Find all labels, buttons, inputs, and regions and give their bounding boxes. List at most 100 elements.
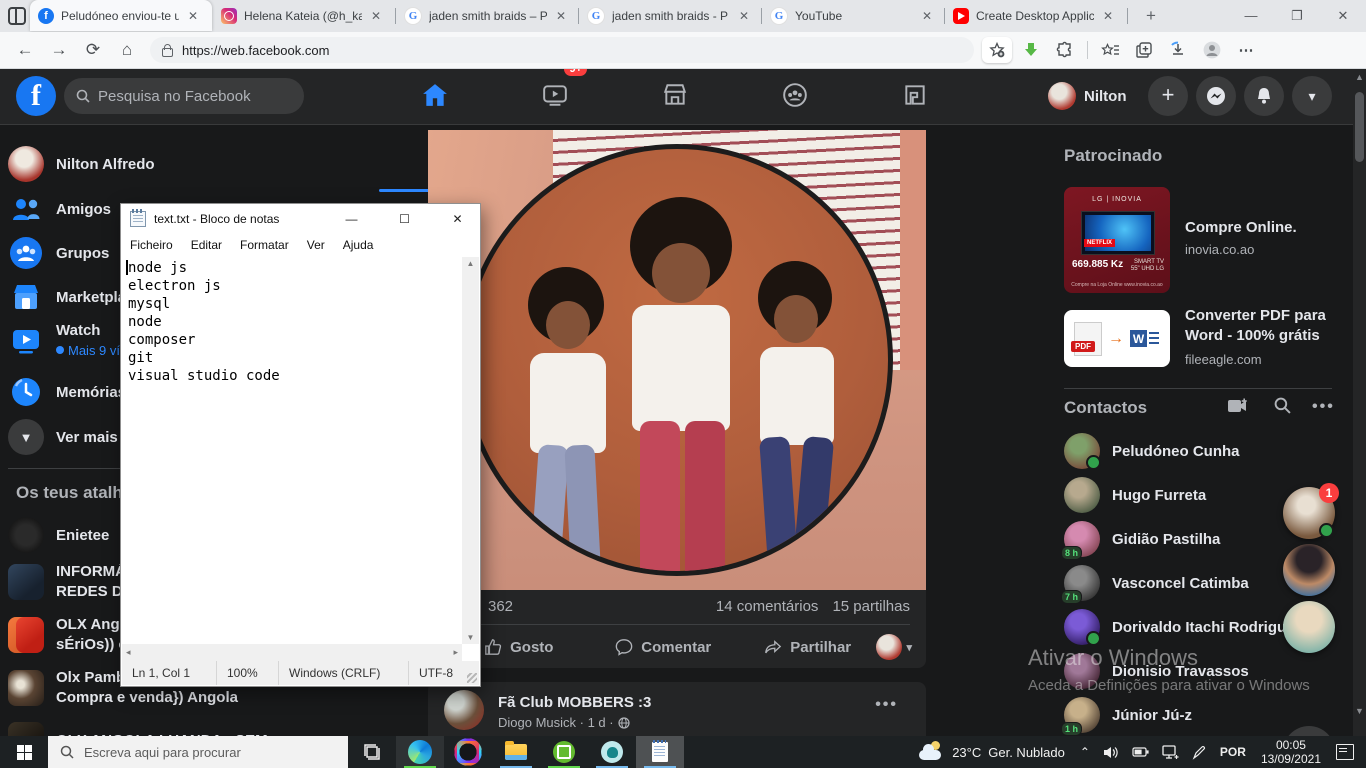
share-button[interactable]: Partilhar (739, 631, 877, 663)
shortcut-olx-angola[interactable]: OLX AngosÉriOs)) c( (8, 611, 132, 659)
comment-button[interactable]: Comentar (588, 631, 739, 663)
chat-head[interactable]: 1 (1283, 487, 1335, 539)
url-input[interactable]: https://web.facebook.com (150, 37, 974, 63)
contact-row[interactable]: Dionisio Travassos (1064, 649, 1249, 693)
resize-grip[interactable] (467, 673, 477, 683)
taskbar-search-input[interactable]: Escreva aqui para procurar (48, 736, 348, 768)
minimize-button[interactable]: — (1228, 0, 1274, 31)
ad-domain[interactable]: fileeagle.com (1185, 352, 1262, 367)
comment-count[interactable]: 14 comentários (716, 598, 819, 615)
task-view-button[interactable] (348, 736, 396, 768)
tab-close-button[interactable]: ✕ (369, 9, 383, 23)
notepad-text-area[interactable]: node js electron js mysql node composer … (122, 257, 462, 644)
page-name[interactable]: Fã Club MOBBERS :3 (498, 694, 651, 711)
contact-row[interactable]: 7 h Vasconcel Catimba (1064, 561, 1249, 605)
post-menu-button[interactable]: ••• (875, 696, 898, 714)
vertical-scrollbar[interactable]: ▲ ▼ (462, 257, 479, 644)
close-button[interactable]: ✕ (1320, 0, 1366, 31)
notifications-button[interactable] (1244, 76, 1284, 116)
browser-tab[interactable]: G jaden smith braids – P ✕ (396, 0, 578, 31)
chat-head[interactable] (1283, 544, 1335, 596)
tab-actions-button[interactable] (8, 7, 26, 25)
forward-button[interactable]: → (42, 40, 76, 60)
taskbar-weather[interactable]: 23°C Ger. Nublado (911, 744, 1073, 760)
like-count[interactable]: 362 (488, 598, 513, 615)
profile-chip[interactable]: Nilton (1048, 78, 1127, 114)
tab-close-button[interactable]: ✕ (737, 9, 751, 23)
contact-row[interactable]: 8 h Gidião Pastilha (1064, 517, 1220, 561)
close-button[interactable]: ✕ (435, 204, 480, 234)
minimize-button[interactable]: — (329, 204, 374, 234)
volume-icon[interactable] (1097, 746, 1126, 759)
create-button[interactable]: + (1148, 76, 1188, 116)
download-complete-icon[interactable] (1016, 37, 1046, 63)
tab-marketplace[interactable] (619, 68, 731, 121)
notepad-window[interactable]: text.txt - Bloco de notas — ☐ ✕ Ficheiro… (120, 203, 481, 687)
scroll-right-arrow[interactable]: ▸ (453, 647, 458, 658)
maximize-button[interactable]: ☐ (382, 204, 427, 234)
menu-ajuda[interactable]: Ajuda (334, 238, 383, 252)
tab-gaming[interactable] (859, 68, 971, 121)
shortcut-informatica[interactable]: INFORMÁREDES DE (8, 558, 133, 606)
language-indicator[interactable]: POR (1213, 745, 1253, 759)
menu-formatar[interactable]: Formatar (231, 238, 298, 252)
sidebar-item-profile[interactable]: Nilton Alfredo (8, 142, 155, 186)
account-menu-button[interactable]: ▾ (1292, 76, 1332, 116)
menu-ver[interactable]: Ver (298, 238, 334, 252)
scroll-up-arrow[interactable]: ▲ (467, 259, 475, 268)
page-avatar[interactable] (444, 690, 484, 730)
contact-row[interactable]: 1 h Júnior Jú-z (1064, 693, 1192, 737)
browser-tab[interactable]: G jaden smith braids - P ✕ (579, 0, 761, 31)
network-icon[interactable] (1156, 746, 1186, 759)
tab-close-button[interactable]: ✕ (920, 9, 934, 23)
page-scrollbar[interactable]: ▲ ▼ (1353, 68, 1366, 736)
ad-thumbnail[interactable]: LG | INOVIA NETFLIX 669.885 Kz SMART TV5… (1064, 187, 1170, 293)
tab-watch[interactable]: 9+ (499, 68, 611, 121)
notepad-titlebar[interactable]: text.txt - Bloco de notas — ☐ ✕ (121, 204, 480, 234)
browser-tab[interactable]: Helena Kateia (@h_kat ✕ (213, 0, 395, 31)
share-count[interactable]: 15 partilhas (832, 598, 910, 615)
taskbar-app-explorer[interactable] (492, 736, 540, 768)
extensions-icon[interactable] (1050, 37, 1080, 63)
browser-tab[interactable]: f Peludóneo enviou-te u ✕ (30, 0, 212, 31)
tab-close-button[interactable]: ✕ (186, 9, 200, 23)
pen-icon[interactable] (1186, 746, 1213, 759)
action-center-button[interactable] (1329, 744, 1366, 760)
search-input[interactable]: Pesquisa no Facebook (64, 78, 304, 114)
post-image[interactable] (428, 130, 926, 590)
scrollbar-thumb[interactable] (1355, 92, 1364, 162)
messenger-button[interactable] (1196, 76, 1236, 116)
reload-button[interactable]: ⟳ (76, 40, 110, 60)
search-contacts-button[interactable] (1274, 397, 1291, 419)
sidebar-item-grupos[interactable]: Grupos (8, 231, 109, 275)
sidebar-item-amigos[interactable]: Amigos (8, 187, 111, 231)
ad-thumbnail[interactable]: → W (1064, 310, 1170, 367)
taskbar-app-notepad[interactable] (636, 736, 684, 768)
taskbar-app-teal[interactable] (588, 736, 636, 768)
home-button[interactable]: ⌂ (110, 40, 144, 60)
comment-as-selector[interactable]: ▾ (876, 631, 912, 663)
taskbar-app-edge[interactable] (396, 736, 444, 768)
contact-row[interactable]: Dorivaldo Itachi Rodrigues (1064, 605, 1303, 649)
sidebar-item-memorias[interactable]: Memórias (8, 370, 126, 414)
tray-expand-chevron[interactable]: ⌃ (1073, 745, 1097, 759)
contact-row[interactable]: Hugo Furreta (1064, 473, 1206, 517)
tab-close-button[interactable]: ✕ (554, 9, 568, 23)
ad-domain[interactable]: inovia.co.ao (1185, 242, 1254, 257)
tab-groups[interactable] (739, 68, 851, 121)
scroll-down-arrow[interactable]: ▼ (467, 633, 475, 642)
favorite-added-button[interactable] (982, 37, 1012, 63)
tab-close-button[interactable]: ✕ (1101, 9, 1115, 23)
ad-title[interactable]: Compre Online. (1185, 218, 1297, 238)
restore-button[interactable]: ❐ (1274, 0, 1320, 31)
contact-row[interactable]: Peludóneo Cunha (1064, 429, 1240, 473)
sidebar-item-ver-mais[interactable]: ▼ Ver mais (8, 415, 118, 459)
new-tab-button[interactable]: + (1138, 4, 1164, 28)
browser-menu-button[interactable]: ⋯ (1231, 37, 1261, 63)
taskbar-app-green[interactable] (540, 736, 588, 768)
scroll-up-arrow[interactable]: ▲ (1353, 72, 1366, 82)
shortcut-enietee[interactable]: Enietee (8, 513, 109, 557)
facebook-logo[interactable]: f (16, 76, 56, 116)
scroll-left-arrow[interactable]: ◂ (126, 647, 131, 658)
favorites-bar-icon[interactable] (1095, 37, 1125, 63)
